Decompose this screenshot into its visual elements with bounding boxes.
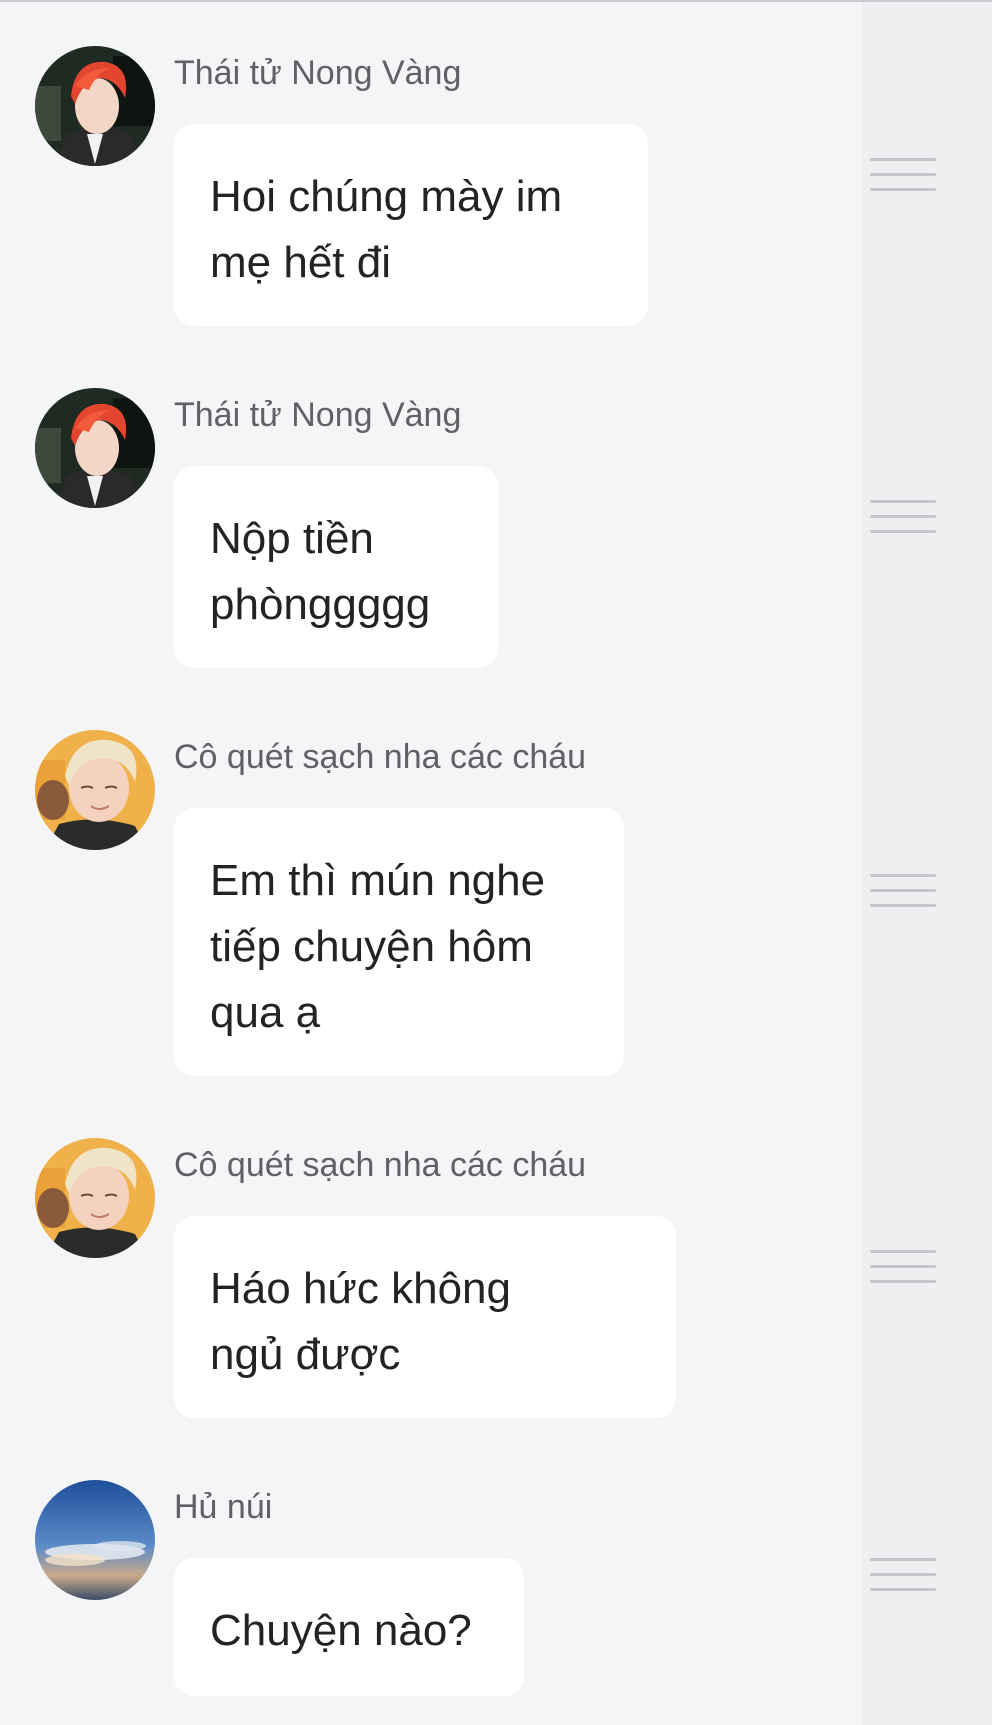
chat-message-list: Thái tử Nong Vàng Hoi chúng mày im mẹ hế… — [0, 0, 992, 1725]
sender-name: Thái tử Nong Vàng — [174, 54, 462, 92]
message-text-line: mẹ hết đi — [210, 238, 391, 287]
message-text-line: qua ạ — [210, 988, 321, 1037]
hamburger-menu-icon[interactable] — [870, 874, 936, 908]
sender-name: Hủ núi — [174, 1488, 273, 1526]
message-text-line: Hoi chúng mày im — [210, 172, 563, 221]
message-text-line: phònggggg — [210, 580, 431, 629]
sender-name: Cô quét sạch nha các cháu — [174, 738, 587, 776]
message-text-line: Háo hức không — [210, 1264, 511, 1313]
hamburger-menu-icon[interactable] — [870, 500, 936, 534]
message-bubble[interactable]: Chuyện nào? — [174, 1558, 524, 1696]
hamburger-menu-icon[interactable] — [870, 1250, 936, 1284]
avatar-red-hair-icon[interactable] — [35, 388, 155, 508]
avatar-sky-icon[interactable] — [35, 1480, 155, 1600]
avatar-blonde-hair-icon[interactable] — [35, 1138, 155, 1258]
message-bubble[interactable]: Em thì mún nghe tiếp chuyện hôm qua ạ — [174, 808, 624, 1076]
message-text-line: ngủ được — [210, 1330, 401, 1379]
hamburger-menu-icon[interactable] — [870, 158, 936, 192]
message-text-line: Chuyện nào? — [210, 1606, 472, 1655]
hamburger-menu-icon[interactable] — [870, 1558, 936, 1592]
avatar-red-hair-icon[interactable] — [35, 46, 155, 166]
message-bubble[interactable]: Hoi chúng mày im mẹ hết đi — [174, 124, 648, 326]
message-text-line: Em thì mún nghe — [210, 856, 546, 905]
sender-name: Cô quét sạch nha các cháu — [174, 1146, 587, 1184]
message-bubble[interactable]: Háo hức không ngủ được — [174, 1216, 676, 1418]
message-bubble[interactable]: Nộp tiền phònggggg — [174, 466, 498, 668]
message-text-line: Nộp tiền — [210, 514, 374, 563]
avatar-blonde-hair-icon[interactable] — [35, 730, 155, 850]
sender-name: Thái tử Nong Vàng — [174, 396, 462, 434]
message-text-line: tiếp chuyện hôm — [210, 922, 533, 971]
